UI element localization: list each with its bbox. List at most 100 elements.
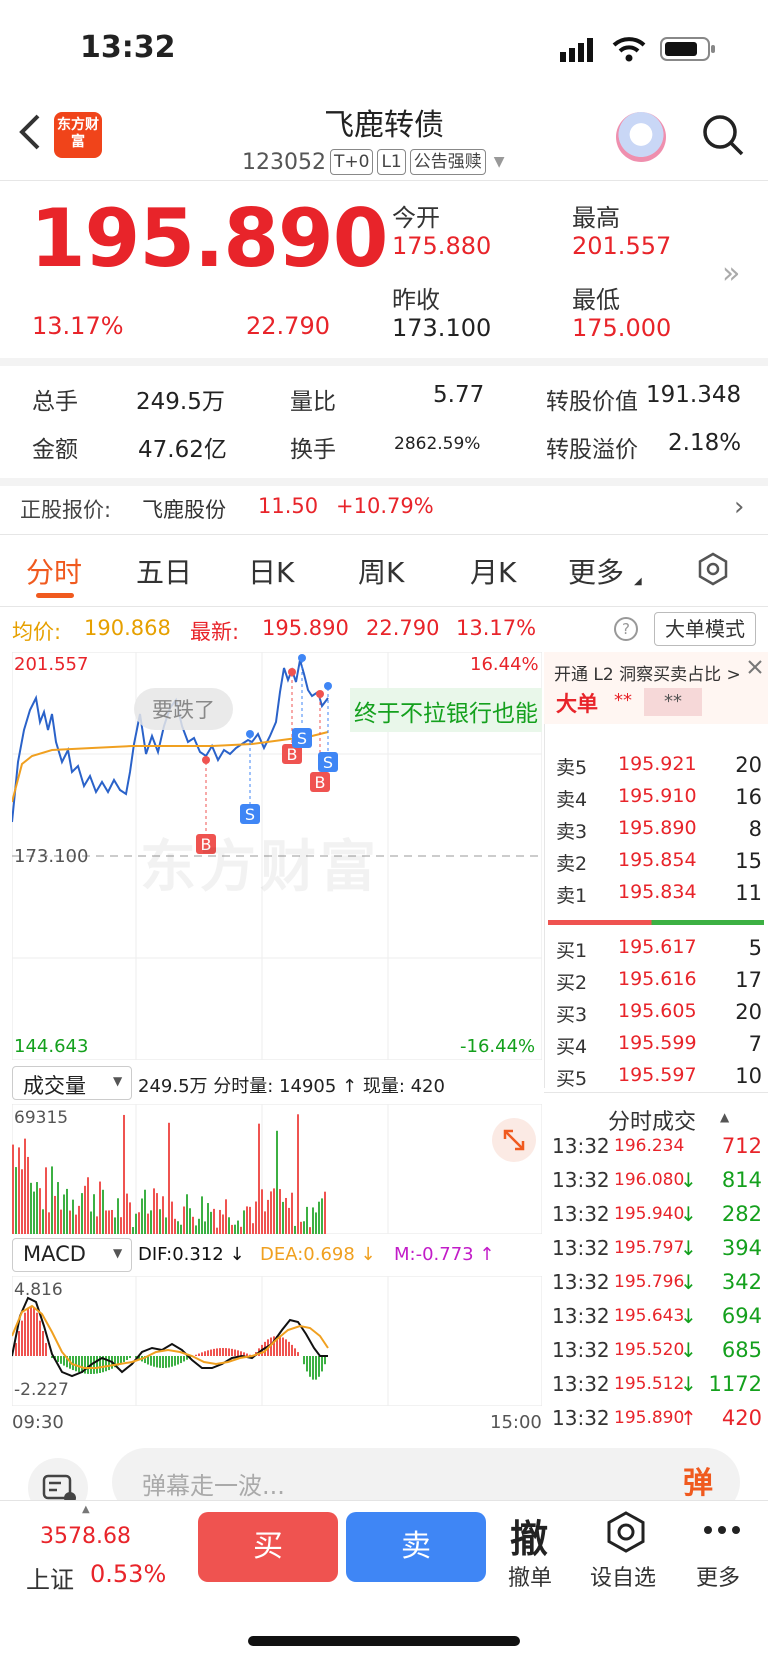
macd-bar xyxy=(306,1356,308,1372)
macd-bar xyxy=(297,1352,299,1356)
volume-bar xyxy=(189,1208,191,1234)
ask-row-5[interactable]: 卖5 195.921 20 xyxy=(556,753,762,785)
search-icon[interactable] xyxy=(700,112,746,158)
trades-title[interactable]: 分时成交 xyxy=(608,1104,696,1136)
tab-more[interactable]: 更多 xyxy=(568,551,624,591)
volume-bar xyxy=(24,1138,26,1234)
volume-bar xyxy=(51,1166,53,1234)
volume-bar xyxy=(261,1189,263,1234)
ask-label: 卖4 xyxy=(556,789,588,811)
low-value: 175.000 xyxy=(572,314,672,342)
macd-bar xyxy=(36,1312,38,1356)
volume-bar xyxy=(60,1209,62,1234)
volume-summary: 249.5万 分时量: 14905 ↑ 现量: 420 xyxy=(138,1076,445,1097)
bid-row-4[interactable]: 买4 195.599 7 xyxy=(556,1032,762,1064)
underlying-change: +10.79% xyxy=(336,494,434,518)
volume-bar xyxy=(123,1114,125,1234)
volume-bar xyxy=(21,1169,23,1234)
tab-monthly-k[interactable]: 月K xyxy=(470,551,516,591)
help-icon[interactable]: ? xyxy=(614,617,638,641)
trade-volume: 394 xyxy=(721,1236,762,1260)
macd-bar xyxy=(222,1348,224,1356)
bid-volume: 20 xyxy=(735,1000,762,1024)
dropdown-icon: ▼ xyxy=(493,154,505,170)
tab-daily-k[interactable]: 日K xyxy=(248,551,294,591)
l2-banner[interactable]: 开通 L2 洞察买卖占比 > 大单 ** ** xyxy=(544,652,768,724)
volume-bar xyxy=(42,1209,44,1234)
tab-weekly-k[interactable]: 周K xyxy=(358,551,404,591)
battery-icon xyxy=(660,36,716,62)
macd-bar xyxy=(315,1356,317,1380)
volume-bar xyxy=(138,1212,140,1234)
cancel-order-label[interactable]: 撤单 xyxy=(508,1560,552,1592)
macd-bar xyxy=(63,1356,65,1366)
volume-bar xyxy=(36,1182,38,1234)
index-pct[interactable]: 0.53% xyxy=(90,1560,166,1588)
trade-volume: 694 xyxy=(721,1304,762,1328)
ask-row-1[interactable]: 卖1 195.834 11 xyxy=(556,881,762,913)
watchlist-hexagon-icon[interactable] xyxy=(604,1510,648,1554)
tab-intraday[interactable]: 分时 xyxy=(26,551,82,591)
volume-bar xyxy=(288,1207,290,1234)
close-icon[interactable] xyxy=(744,656,766,678)
marker-s-2: S xyxy=(297,729,307,748)
volume-bar xyxy=(213,1208,215,1234)
volume-bar xyxy=(270,1191,272,1234)
macd-chart[interactable] xyxy=(12,1276,542,1406)
more-label[interactable]: 更多 xyxy=(696,1560,740,1592)
bid-row-2[interactable]: 买2 195.616 17 xyxy=(556,968,762,1000)
big-order-label: 大单 xyxy=(556,692,598,716)
bid-row-1[interactable]: 买1 195.617 5 xyxy=(556,936,762,968)
underlying-stock-row[interactable]: 正股报价: 飞鹿股份 11.50 +10.79% › xyxy=(0,486,768,532)
settings-gear-icon[interactable] xyxy=(696,552,730,586)
buy-button[interactable]: 买 xyxy=(198,1512,338,1582)
macd-bar xyxy=(24,1312,26,1356)
more-dots-icon[interactable] xyxy=(702,1520,742,1540)
expand-icon[interactable] xyxy=(492,1118,536,1162)
trade-volume: 712 xyxy=(721,1134,762,1158)
volume-chart[interactable] xyxy=(12,1104,542,1234)
trade-time: 13:32 xyxy=(552,1338,610,1362)
cancel-order-icon[interactable]: 撤 xyxy=(510,1508,548,1563)
big-order-mode-button[interactable]: 大单模式 xyxy=(654,612,756,646)
macd-selector[interactable]: MACD ▼ xyxy=(12,1238,132,1272)
volume-bar xyxy=(159,1209,161,1234)
ask-row-4[interactable]: 卖4 195.910 16 xyxy=(556,785,762,817)
sell-button[interactable]: 卖 xyxy=(346,1512,486,1582)
marker-s-3: S xyxy=(323,753,333,772)
volume-bar xyxy=(33,1191,35,1234)
last-label: 最新: xyxy=(190,620,240,644)
danmu-send-button[interactable]: 弹 xyxy=(668,1458,728,1506)
divider xyxy=(544,1092,768,1093)
volume-bar xyxy=(282,1201,284,1234)
macd-bar xyxy=(279,1336,281,1356)
index-name[interactable]: 上证 xyxy=(26,1560,74,1595)
volume-bar xyxy=(171,1201,173,1234)
macd-bar xyxy=(303,1356,305,1365)
danmu-placeholder: 弹幕走一波... xyxy=(142,1472,285,1500)
bid-row-3[interactable]: 买3 195.605 20 xyxy=(556,1000,762,1032)
double-chevron-right-icon[interactable]: » xyxy=(722,256,740,291)
macd-dif: DIF:0.312 ↓ xyxy=(138,1244,245,1265)
ask-row-3[interactable]: 卖3 195.890 8 xyxy=(556,817,762,849)
turnover-value: 2862.59% xyxy=(394,434,481,454)
macd-bar xyxy=(96,1356,98,1374)
open-value: 175.880 xyxy=(392,232,492,260)
macd-bar xyxy=(198,1353,200,1356)
volume-bar xyxy=(222,1214,224,1234)
volume-bar xyxy=(78,1205,80,1234)
security-code-row[interactable]: 123052 T+0 L1 公告强赎 ▼ xyxy=(242,147,505,177)
index-value[interactable]: 3578.68 xyxy=(40,1524,131,1549)
volume-bar xyxy=(228,1217,230,1234)
ask-row-2[interactable]: 卖2 195.854 15 xyxy=(556,849,762,881)
tab-five-day[interactable]: 五日 xyxy=(136,551,192,591)
macd-bar xyxy=(123,1356,125,1362)
watchlist-label[interactable]: 设自选 xyxy=(590,1560,656,1592)
macd-bar xyxy=(33,1307,35,1356)
assistant-robot-icon[interactable] xyxy=(616,112,666,162)
avg-value: 190.868 xyxy=(84,616,171,640)
pct-bottom: -16.44% xyxy=(460,1036,536,1057)
volume-selector[interactable]: 成交量 ▼ xyxy=(12,1066,132,1100)
macd-bar xyxy=(165,1356,167,1368)
macd-bar xyxy=(153,1356,155,1367)
